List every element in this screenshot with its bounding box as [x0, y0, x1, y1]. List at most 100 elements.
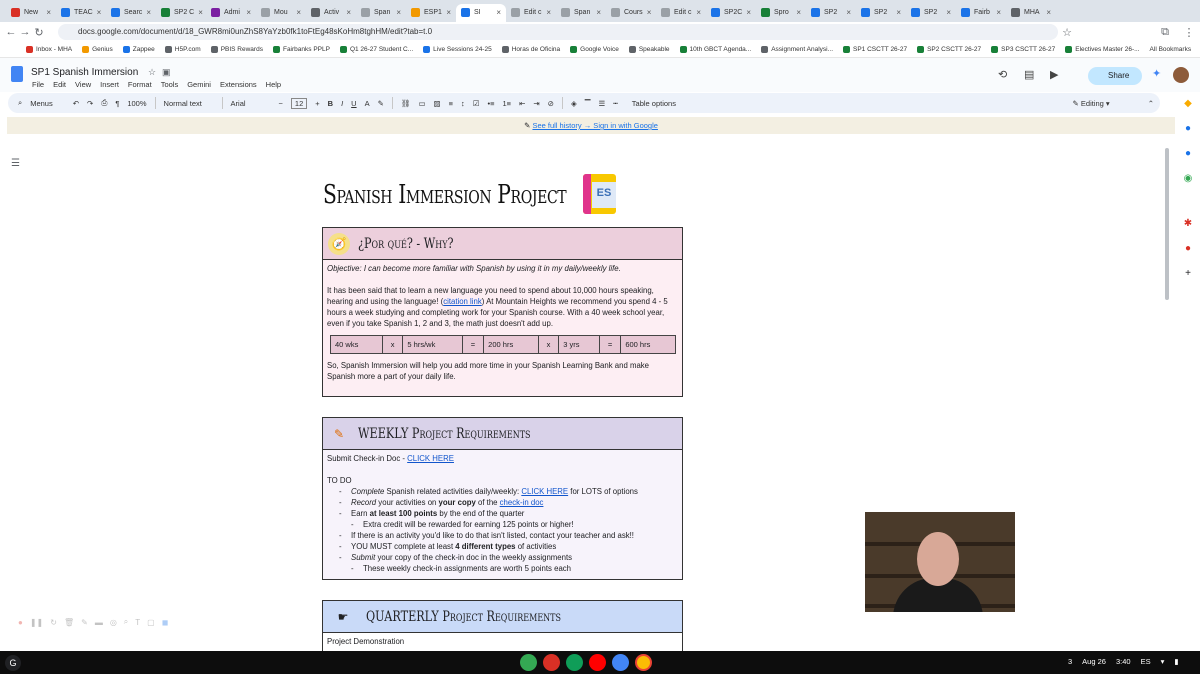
- menu-item-tools[interactable]: Tools: [161, 80, 179, 89]
- bookmark-item[interactable]: Speakable: [628, 46, 670, 53]
- close-tab-icon[interactable]: ×: [296, 8, 301, 17]
- image-icon[interactable]: ▨: [434, 99, 441, 108]
- collapse-toolbar-icon[interactable]: ⌃: [1148, 99, 1154, 108]
- browser-tab[interactable]: MHA ×: [1006, 4, 1056, 22]
- screen-recorder-toolbar[interactable]: ● ❚❚ ↻ 🗑 ✎ ▬ ◎ ⌕ T ▢ ◼: [10, 612, 310, 632]
- browser-tab[interactable]: Cours ×: [606, 4, 656, 22]
- docs-logo-icon[interactable]: [11, 66, 23, 82]
- browser-tab[interactable]: Fairb ×: [956, 4, 1006, 22]
- bulleted-list-icon[interactable]: •≡: [488, 99, 495, 108]
- microphone-icon[interactable]: ●: [1185, 243, 1191, 254]
- gemini-icon[interactable]: ✦: [1152, 67, 1161, 80]
- browser-tab[interactable]: Edit c ×: [656, 4, 706, 22]
- close-tab-icon[interactable]: ×: [246, 8, 251, 17]
- activities-link[interactable]: CLICK HERE: [521, 487, 568, 496]
- highlighter-icon[interactable]: ▬: [95, 618, 103, 627]
- notification-count[interactable]: 3: [1068, 657, 1072, 666]
- zoom-tool-icon[interactable]: ⌕: [124, 617, 128, 627]
- time-text[interactable]: 3:40: [1116, 657, 1131, 666]
- wifi-icon[interactable]: ▾: [1161, 657, 1165, 666]
- increase-indent-icon[interactable]: ⇥: [533, 99, 539, 108]
- align-icon[interactable]: ≡: [449, 99, 453, 108]
- close-tab-icon[interactable]: ×: [596, 8, 601, 17]
- check-in-doc-link[interactable]: check-in doc: [500, 498, 544, 507]
- font-size-decrease-icon[interactable]: −: [279, 99, 283, 108]
- highlight-icon[interactable]: ✎: [378, 99, 384, 108]
- browser-tab[interactable]: Spro ×: [756, 4, 806, 22]
- browser-tab[interactable]: Span ×: [356, 4, 406, 22]
- menu-item-gemini[interactable]: Gemini: [187, 80, 211, 89]
- bookmark-item[interactable]: Live Sessions 24-25: [423, 46, 492, 53]
- text-color-icon[interactable]: A: [365, 99, 370, 108]
- submit-link[interactable]: CLICK HERE: [407, 454, 454, 463]
- border-width-icon[interactable]: ☰: [599, 99, 606, 108]
- browser-tab[interactable]: Admi ×: [206, 4, 256, 22]
- close-tab-icon[interactable]: ×: [896, 8, 901, 17]
- record-icon[interactable]: ●: [18, 618, 23, 627]
- browser-menu-icon[interactable]: ⋮: [1182, 26, 1196, 39]
- underline-icon[interactable]: U: [351, 99, 356, 108]
- browser-tab[interactable]: Edit c ×: [506, 4, 556, 22]
- star-icon[interactable]: ☆: [148, 67, 156, 78]
- table-options-button[interactable]: Table options: [632, 99, 676, 108]
- bookmark-item[interactable]: PBIS Rewards: [210, 46, 263, 53]
- language-text[interactable]: ES: [1141, 657, 1151, 666]
- bold-icon[interactable]: B: [328, 99, 333, 108]
- share-button[interactable]: Share: [1088, 67, 1142, 85]
- paint-format-icon[interactable]: ¶: [115, 99, 119, 108]
- browser-tab[interactable]: Span ×: [556, 4, 606, 22]
- bookmark-item[interactable]: Fairbanks PPLP: [272, 46, 330, 53]
- launcher-icon[interactable]: G: [5, 655, 21, 671]
- bookmark-item[interactable]: Zappee: [122, 46, 155, 53]
- document-title[interactable]: SP1 Spanish Immersion: [31, 67, 138, 78]
- screencast-app-icon[interactable]: [543, 654, 560, 671]
- browser-tab[interactable]: ESP1 ×: [406, 4, 456, 22]
- font-select[interactable]: Arial: [231, 99, 271, 108]
- undo-icon[interactable]: ↶: [73, 99, 79, 108]
- tasks-icon[interactable]: ●: [1185, 123, 1191, 134]
- close-tab-icon[interactable]: ×: [198, 8, 203, 17]
- scrollbar[interactable]: [1165, 148, 1169, 300]
- battery-icon[interactable]: ▮: [1174, 657, 1178, 666]
- browser-tab[interactable]: SP2 ×: [806, 4, 856, 22]
- bookmark-item[interactable]: SP2 CSCTT 26-27: [917, 46, 981, 53]
- redo-icon[interactable]: ↷: [87, 99, 93, 108]
- camera-icon[interactable]: ◼: [162, 618, 169, 627]
- meet-icon[interactable]: ▶: [1050, 68, 1058, 81]
- spotlight-icon[interactable]: ◎: [110, 618, 117, 627]
- close-tab-icon[interactable]: ×: [146, 8, 151, 17]
- back-icon[interactable]: ←: [4, 26, 18, 38]
- bookmark-item[interactable]: Inbox - MHA: [26, 46, 72, 53]
- bookmark-item[interactable]: Assignment Analysi...: [761, 46, 833, 53]
- full-history-link[interactable]: See full history → Sign in with Google: [532, 121, 657, 130]
- bookmark-item[interactable]: H5P.com: [164, 46, 201, 53]
- close-tab-icon[interactable]: ×: [696, 8, 701, 17]
- restart-icon[interactable]: ↻: [50, 618, 57, 627]
- pen-tool-icon[interactable]: ✎: [81, 618, 88, 627]
- bookmark-item[interactable]: Google Voice: [570, 46, 619, 53]
- forward-icon[interactable]: →: [18, 26, 32, 38]
- url-field[interactable]: docs.google.com/document/d/18_GWR8mi0unZ…: [58, 24, 1058, 40]
- close-tab-icon[interactable]: ×: [996, 8, 1001, 17]
- bookmark-item[interactable]: 10th GBCT Agenda...: [679, 46, 751, 53]
- comments-icon[interactable]: ▤: [1024, 68, 1034, 81]
- border-color-icon[interactable]: ▔: [585, 99, 591, 108]
- line-spacing-icon[interactable]: ↕: [461, 99, 465, 108]
- zoom-select[interactable]: 100%: [127, 99, 146, 108]
- browser-tab[interactable]: SP2 C ×: [156, 4, 206, 22]
- close-tab-icon[interactable]: ×: [46, 8, 51, 17]
- chrome-app-icon[interactable]: [635, 654, 652, 671]
- search-menus-icon[interactable]: ⌕: [18, 98, 22, 108]
- close-tab-icon[interactable]: ×: [496, 8, 501, 17]
- citation-link[interactable]: citation link: [443, 297, 482, 306]
- menu-item-format[interactable]: Format: [128, 80, 152, 89]
- webcam-overlay[interactable]: [865, 512, 1015, 612]
- browser-tab[interactable]: SP2C ×: [706, 4, 756, 22]
- reload-icon[interactable]: ↻: [32, 26, 46, 39]
- close-tab-icon[interactable]: ×: [446, 8, 451, 17]
- text-tool-icon[interactable]: T: [135, 618, 140, 627]
- editing-mode-select[interactable]: ✎ Editing ▾: [1073, 99, 1110, 108]
- browser-tab[interactable]: Mou ×: [256, 4, 306, 22]
- menu-item-help[interactable]: Help: [266, 80, 281, 89]
- checklist-icon[interactable]: ☑: [473, 99, 480, 108]
